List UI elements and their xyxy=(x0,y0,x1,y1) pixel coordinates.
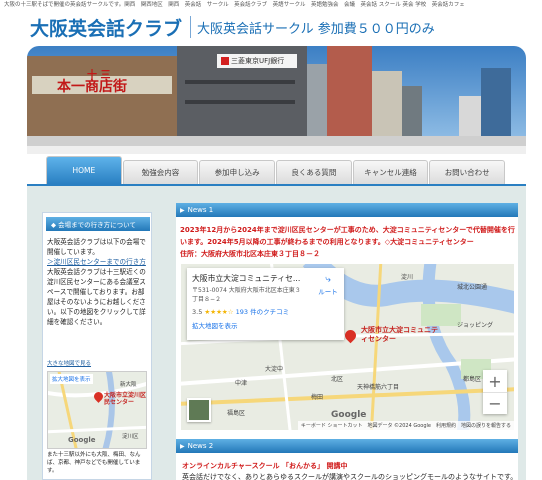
news-2-heading: ▶ News 2 xyxy=(176,439,518,453)
map-zoom-controls: + − xyxy=(483,370,507,414)
place-rating: 3.5 xyxy=(192,308,203,316)
news-column: ▶ News 1 2023年12月から2024年まで淀川区民センターが工事のため… xyxy=(176,203,518,480)
news-1-body: 2023年12月から2024年まで淀川区民センターが工事のため、大淀コミュニティ… xyxy=(180,224,516,260)
tab-cancel[interactable]: キャンセル連絡 xyxy=(352,160,429,184)
sidebar-text-1: 大阪英会話クラブは以下の会場で開催しています。 xyxy=(47,238,146,256)
news-1-heading: ▶ News 1 xyxy=(176,203,518,217)
sidebar: ◆ 会場までの行き方について 大阪英会話クラブは以下の会場で開催しています。 ＞… xyxy=(42,212,152,480)
map-label-kita: 北区 xyxy=(331,376,344,383)
mini-map-enlarge[interactable]: 拡大地図を表示 xyxy=(50,374,93,384)
mini-map-label-right: 新大阪 xyxy=(120,382,137,388)
site-header: 大阪英会話クラブ 大阪英会話サークル 参加費５００円のみ xyxy=(30,13,435,41)
star-rating-icon: ★★★★☆ xyxy=(204,308,234,316)
map-label-fukushima: 福島区 xyxy=(227,410,246,417)
sidebar-heading: ◆ 会場までの行き方について xyxy=(46,217,150,231)
map-enlarge-link[interactable]: 拡大地図を表示 xyxy=(192,320,339,330)
place-reviews-link[interactable]: 193 件のクチコミ xyxy=(236,308,289,316)
map-label-yodogawa: 淀川 xyxy=(401,274,414,281)
mini-map-label-bottom-right: 淀川区 xyxy=(122,434,139,440)
zoom-in-button[interactable]: + xyxy=(483,370,507,392)
news-2-heading-label: News 2 xyxy=(187,442,214,450)
sidebar-directions-link[interactable]: ＞淀川区民センターまでの行き方 xyxy=(47,257,150,267)
tab-study-content[interactable]: 勉強会内容 xyxy=(122,160,199,184)
directions-icon: ⤷ xyxy=(325,274,331,285)
map-label-shopping: ジョッピング xyxy=(457,322,494,329)
mini-map-label: 大阪市立淀川区民センター xyxy=(104,392,147,406)
site-subtitle: 大阪英会話サークル 参加費５００円のみ xyxy=(197,21,435,37)
place-rating-row: 3.5 ★★★★☆ 193 件のクチコミ xyxy=(192,306,339,316)
news-1-heading-icon: ▶ xyxy=(180,206,185,214)
mini-map-google-logo: Google xyxy=(68,436,96,444)
sidebar-intro: 大阪英会話クラブは以下の会場で開催しています。 ＞淀川区民センターまでの行き方 … xyxy=(47,237,150,327)
route-label: ルート xyxy=(318,288,338,296)
sidebar-text-2: 大阪英会話クラブは十三駅近くの淀川区民センターにある会議室スペースで開催しており… xyxy=(47,268,146,326)
map-label-nakatsu: 中津 xyxy=(235,380,248,387)
news-2-text: 英会話だけでなく、ありとあらゆるスクールが講演やスクールのショッピングモールのよ… xyxy=(182,473,516,480)
header-divider xyxy=(190,16,192,38)
news-1-heading-label: News 1 xyxy=(187,206,214,214)
sidebar-mini-map[interactable]: 拡大地図を表示 大阪市立淀川区民センター 新大阪 淀川区 Google xyxy=(47,371,147,449)
map-label-johoku: 城北公園通 xyxy=(457,284,488,291)
zoom-out-button[interactable]: − xyxy=(483,392,507,414)
news-1-text: 2023年12月から2024年まで淀川区民センターが工事のため、大淀コミュニティ… xyxy=(180,226,515,246)
news-2-heading-icon: ▶ xyxy=(180,442,185,450)
sidebar-bottom-text: また十三駅以外にも大阪、梅田、なんば、京都、神戸などでも開催しています。 xyxy=(47,452,141,474)
map-label-tenjinbashi: 天神橋筋六丁目 xyxy=(357,384,400,391)
sidebar-large-map-link[interactable]: 大きな地図で見る xyxy=(47,359,147,367)
map-attribution[interactable]: キーボード ショートカット 地図データ ©2024 Google 利用規約 地図… xyxy=(297,421,514,430)
hero-image: 十 三 本一商店街 三菱東京UFJ銀行 xyxy=(27,46,526,154)
map-marker-label: 大阪市立大淀コミュニティセンター xyxy=(361,326,438,343)
place-address: 〒531-0074 大阪府大阪市北区本庄東３丁目８−２ xyxy=(192,287,301,303)
hero-sign-shotengai: 本一商店街 xyxy=(57,79,127,95)
tab-faq[interactable]: 良くある質問 xyxy=(276,160,352,184)
google-logo: Google xyxy=(331,410,367,420)
map-label-umeda: 梅田 xyxy=(311,394,324,401)
map-label-oyodo: 大淀中 xyxy=(265,366,284,373)
map-label-miyakojima: 都島区 xyxy=(463,376,482,383)
seo-keywords-line: 大阪の十三駅そばで開催の英会話サークルです。関西 関西地区 関西 英会話 サーク… xyxy=(4,2,465,8)
satellite-toggle-button[interactable] xyxy=(187,398,211,422)
news-2-title: オンラインカルチャースクール 「おんかる」 開講中 xyxy=(182,462,348,470)
hero-sign-bank: 三菱東京UFJ銀行 xyxy=(231,57,285,65)
news-1-address: 住所：大阪府大阪市北区本庄東３丁目８－２ xyxy=(180,250,320,258)
tab-contact[interactable]: お問い合わせ xyxy=(429,160,506,184)
main-navigation: HOME 勉強会内容 参加申し込み 良くある質問 キャンセル連絡 お問い合わせ xyxy=(46,156,506,184)
map-place-card: 大阪市立大淀コミュニティセ... 〒531-0074 大阪府大阪市北区本庄東３丁… xyxy=(187,268,344,340)
tab-home[interactable]: HOME xyxy=(46,156,122,184)
route-button[interactable]: ⤷ ルート xyxy=(317,274,339,296)
google-map-embed[interactable]: 淀川 城北公園通 都島区 天神橋筋六丁目 大淀中 梅田 北区 中津 福島区 ジョ… xyxy=(181,264,514,430)
tab-apply[interactable]: 参加申し込み xyxy=(199,160,276,184)
site-logo[interactable]: 大阪英会話クラブ xyxy=(30,14,182,41)
